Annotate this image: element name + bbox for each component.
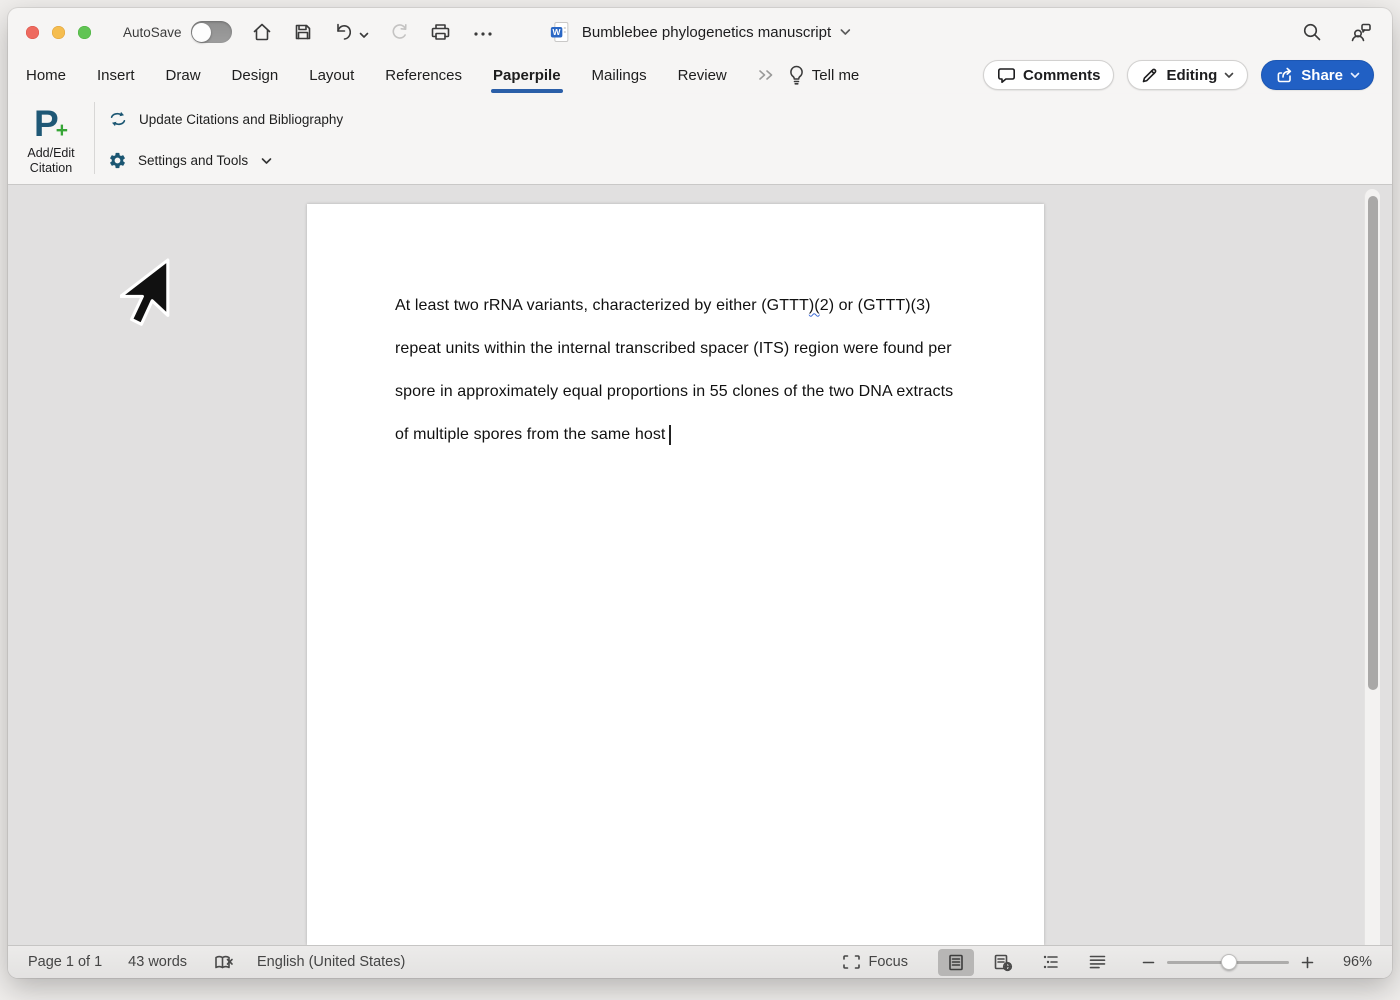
redo-icon	[388, 21, 410, 43]
paperpile-logo-letter: P	[34, 102, 59, 144]
tab-draw[interactable]: Draw	[166, 67, 201, 84]
tab-review[interactable]: Review	[678, 67, 727, 84]
search-icon[interactable]	[1301, 21, 1323, 43]
focus-mode-button[interactable]: Focus	[842, 954, 909, 970]
ribbon-divider	[94, 102, 95, 174]
focus-icon	[842, 954, 861, 970]
word-badge-letter: W	[553, 27, 562, 37]
tab-home[interactable]: Home	[26, 67, 66, 84]
zoom-slider-thumb[interactable]	[1220, 954, 1237, 970]
comments-button[interactable]: Comments	[982, 60, 1115, 90]
word-count[interactable]: 43 words	[128, 954, 187, 970]
settings-and-tools-label: Settings and Tools	[138, 153, 249, 168]
update-citations-button[interactable]: Update Citations and Bibliography	[108, 109, 343, 129]
share-icon	[1275, 66, 1294, 84]
add-edit-citation-label-line1: Add/Edit	[27, 146, 75, 160]
doc-text-line-2: repeat units within the internal transcr…	[395, 339, 952, 357]
vertical-scrollbar[interactable]	[1364, 189, 1380, 945]
settings-chevron-icon	[261, 157, 272, 165]
zoom-slider[interactable]	[1167, 954, 1289, 970]
scrollbar-thumb[interactable]	[1368, 196, 1378, 690]
editing-mode-button[interactable]: Editing	[1127, 60, 1249, 90]
zoom-out-icon[interactable]	[1142, 956, 1155, 969]
more-tabs-chevrons-icon[interactable]	[758, 69, 776, 81]
paperpile-logo-icon: P +	[18, 101, 84, 145]
title-dropdown-chevron-icon[interactable]	[840, 28, 851, 36]
tab-references[interactable]: References	[385, 67, 462, 84]
update-citations-label: Update Citations and Bibliography	[139, 111, 344, 127]
save-icon[interactable]	[292, 21, 314, 43]
comments-label: Comments	[1022, 66, 1101, 84]
mouse-cursor-icon	[120, 258, 172, 330]
undo-dropdown-chevron-icon[interactable]	[359, 32, 369, 39]
desktop: AutoSave W Bumblebee phylogenetics manus…	[0, 0, 1400, 1000]
web-layout-view-icon[interactable]	[984, 949, 1022, 976]
pencil-icon	[1141, 66, 1159, 84]
document-canvas: At least two rRNA variants, characterize…	[8, 185, 1392, 945]
share-chevron-icon	[1350, 72, 1360, 79]
share-label: Share	[1301, 66, 1343, 84]
undo-icon[interactable]	[333, 21, 355, 43]
tab-insert[interactable]: Insert	[97, 67, 135, 84]
tab-paperpile[interactable]: Paperpile	[491, 67, 563, 93]
share-button[interactable]: Share	[1261, 60, 1374, 90]
language-indicator[interactable]: English (United States)	[257, 954, 405, 970]
status-bar: Page 1 of 1 43 words English (United Sta…	[8, 945, 1392, 978]
minimize-window-button[interactable]	[52, 25, 65, 39]
tab-design[interactable]: Design	[232, 67, 279, 84]
doc-text-line-4: of multiple spores from the same host	[395, 413, 1044, 456]
autosave-toggle[interactable]	[190, 21, 232, 43]
proofing-status-icon[interactable]	[213, 953, 235, 972]
document-title-text: Bumblebee phylogenetics manuscript	[581, 23, 832, 41]
more-commands-icon[interactable]	[471, 21, 495, 43]
window-controls	[26, 25, 91, 39]
ribbon-tabs: Home Insert Draw Design Layout Reference…	[8, 56, 1392, 94]
page-indicator[interactable]: Page 1 of 1	[28, 954, 102, 970]
paperpile-logo-plus: +	[55, 118, 68, 142]
tab-layout[interactable]: Layout	[309, 67, 354, 84]
doc-text-line-1: At least two rRNA variants, characterize…	[395, 296, 931, 315]
editing-chevron-icon	[1224, 72, 1234, 79]
editing-label: Editing	[1166, 66, 1218, 84]
print-icon[interactable]	[429, 21, 452, 43]
document-page[interactable]: At least two rRNA variants, characterize…	[307, 204, 1044, 945]
comment-bubble-icon	[997, 66, 1016, 84]
document-title[interactable]: W Bumblebee phylogenetics manuscript	[549, 8, 851, 56]
sync-icon	[108, 109, 128, 129]
gear-icon	[108, 151, 127, 170]
view-switcher	[938, 948, 1116, 976]
autosave-toggle-knob	[192, 22, 212, 42]
tell-me-label: Tell me	[811, 66, 860, 84]
focus-label: Focus	[868, 954, 909, 970]
fullscreen-window-button[interactable]	[78, 25, 91, 39]
print-layout-view-icon[interactable]	[938, 948, 974, 976]
lightbulb-icon	[788, 64, 805, 86]
close-window-button[interactable]	[26, 25, 39, 39]
grammar-marked-text[interactable]: )(	[809, 297, 820, 315]
zoom-controls: 96%	[1142, 954, 1372, 970]
doc-text-line-3: spore in approximately equal proportions…	[395, 382, 954, 400]
home-icon[interactable]	[251, 21, 273, 43]
titlebar: AutoSave W Bumblebee phylogenetics manus…	[8, 8, 1392, 56]
outline-view-icon[interactable]	[1032, 949, 1069, 975]
tab-mailings[interactable]: Mailings	[592, 67, 647, 84]
settings-and-tools-button[interactable]: Settings and Tools	[108, 151, 272, 170]
add-edit-citation-button[interactable]: P + Add/Edit Citation	[18, 101, 84, 176]
word-window: AutoSave W Bumblebee phylogenetics manus…	[8, 8, 1392, 978]
share-feedback-icon[interactable]	[1349, 20, 1374, 44]
paperpile-ribbon: P + Add/Edit Citation Update Citations an…	[8, 94, 1392, 185]
autosave-label: AutoSave	[123, 24, 182, 40]
tell-me-button[interactable]: Tell me	[788, 64, 860, 86]
add-edit-citation-label-line2: Citation	[29, 161, 73, 175]
paragraph: At least two rRNA variants, characterize…	[307, 204, 1044, 456]
text-caret	[669, 424, 671, 445]
draft-view-icon[interactable]	[1079, 949, 1116, 975]
word-document-icon: W	[549, 20, 573, 44]
zoom-level[interactable]: 96%	[1326, 954, 1372, 970]
zoom-in-icon[interactable]	[1301, 956, 1314, 969]
